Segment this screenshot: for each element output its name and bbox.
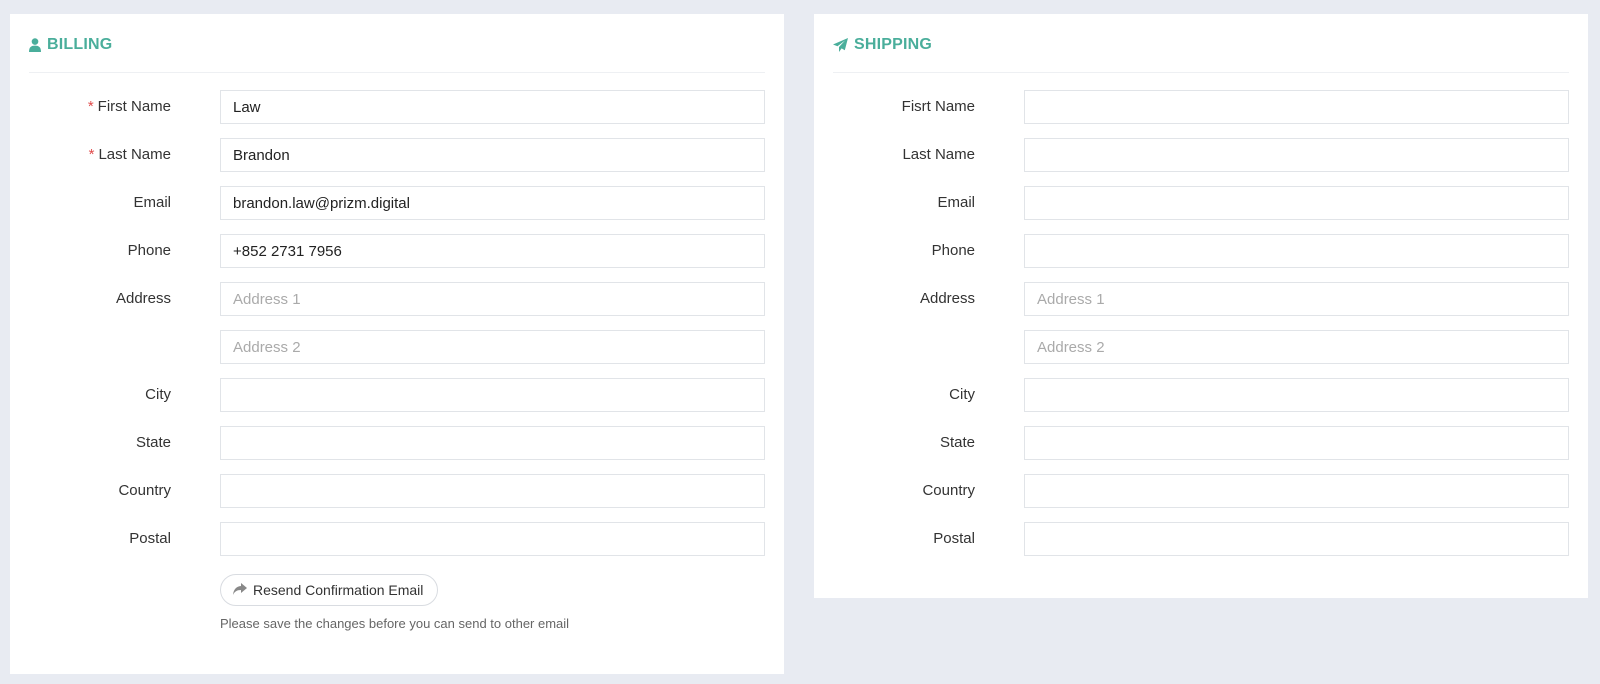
shipping-first-name-row: Fisrt Name: [814, 90, 1569, 124]
billing-phone-row: Phone: [10, 234, 765, 268]
shipping-last-name-row: Last Name: [814, 138, 1569, 172]
shipping-last-name-label: Last Name: [902, 146, 975, 163]
billing-email-label: Email: [133, 194, 171, 211]
shipping-postal-row: Postal: [814, 522, 1569, 556]
billing-last-name-label: * Last Name: [88, 146, 171, 163]
shipping-state-row: State: [814, 426, 1569, 460]
shipping-country-row: Country: [814, 474, 1569, 508]
shipping-postal-input[interactable]: [1024, 522, 1569, 556]
shipping-address1-row: Address: [814, 282, 1569, 316]
billing-city-label: City: [145, 386, 171, 403]
shipping-city-label: City: [949, 386, 975, 403]
resend-confirmation-email-button[interactable]: Resend Confirmation Email: [220, 574, 439, 606]
shipping-country-label: Country: [922, 482, 975, 499]
billing-address-label: Address: [115, 290, 171, 307]
shipping-address1-input[interactable]: [1024, 282, 1569, 316]
shipping-phone-input[interactable]: [1024, 234, 1569, 268]
shipping-city-input[interactable]: [1024, 378, 1569, 412]
shipping-email-row: Email: [814, 186, 1569, 220]
billing-panel: BILLING *First Name *Last Name Email Pho…: [10, 14, 784, 674]
shipping-address2-row: [814, 330, 1569, 364]
billing-divider: [29, 72, 765, 73]
share-arrow-icon: [233, 582, 247, 598]
billing-email-input[interactable]: [220, 186, 765, 220]
shipping-panel: SHIPPING Fisrt Name Last Name Email Phon…: [814, 14, 1588, 598]
billing-phone-input[interactable]: [220, 234, 765, 268]
shipping-email-input[interactable]: [1024, 186, 1569, 220]
billing-first-name-input[interactable]: [220, 90, 765, 124]
shipping-last-name-input[interactable]: [1024, 138, 1569, 172]
billing-state-row: State: [10, 426, 765, 460]
billing-state-label: State: [135, 434, 171, 451]
billing-state-input[interactable]: [220, 426, 765, 460]
billing-last-name-input[interactable]: [220, 138, 765, 172]
shipping-title: SHIPPING: [854, 36, 933, 53]
shipping-email-label: Email: [937, 194, 975, 211]
billing-title: BILLING: [47, 36, 113, 53]
shipping-first-name-label: Fisrt Name: [901, 98, 975, 115]
resend-help-text: Please save the changes before you can s…: [220, 616, 570, 631]
billing-country-row: Country: [10, 474, 765, 508]
shipping-first-name-input[interactable]: [1024, 90, 1569, 124]
billing-phone-label: Phone: [127, 242, 171, 259]
required-marker: *: [88, 146, 95, 163]
billing-first-name-row: * First Name: [10, 90, 765, 124]
resend-button-label: Resend Confirmation Email: [253, 582, 424, 598]
billing-header: BILLING: [29, 36, 112, 54]
required-marker: *: [87, 98, 94, 115]
shipping-state-input[interactable]: [1024, 426, 1569, 460]
billing-address1-input[interactable]: [220, 282, 765, 316]
shipping-address-label: Address: [919, 290, 975, 307]
shipping-address2-input[interactable]: [1024, 330, 1569, 364]
billing-last-name-row: * Last Name: [10, 138, 765, 172]
billing-postal-row: Postal: [10, 522, 765, 556]
shipping-state-label: State: [939, 434, 975, 451]
shipping-city-row: City: [814, 378, 1569, 412]
billing-city-input[interactable]: [220, 378, 765, 412]
billing-country-input[interactable]: [220, 474, 765, 508]
shipping-divider: [833, 72, 1569, 73]
shipping-header: SHIPPING: [833, 36, 932, 54]
billing-address1-row: Address: [10, 282, 765, 316]
shipping-country-input[interactable]: [1024, 474, 1569, 508]
billing-email-row: Email: [10, 186, 765, 220]
billing-postal-label: Postal: [129, 530, 171, 547]
billing-address2-row: [10, 330, 765, 364]
shipping-phone-row: Phone: [814, 234, 1569, 268]
billing-city-row: City: [10, 378, 765, 412]
paper-plane-icon: [833, 38, 848, 52]
shipping-postal-label: Postal: [933, 530, 975, 547]
user-icon: [29, 38, 41, 52]
billing-country-label: Country: [118, 482, 171, 499]
billing-address2-input[interactable]: [220, 330, 765, 364]
shipping-phone-label: Phone: [931, 242, 975, 259]
billing-first-name-label: * First Name: [87, 98, 171, 115]
billing-postal-input[interactable]: [220, 522, 765, 556]
